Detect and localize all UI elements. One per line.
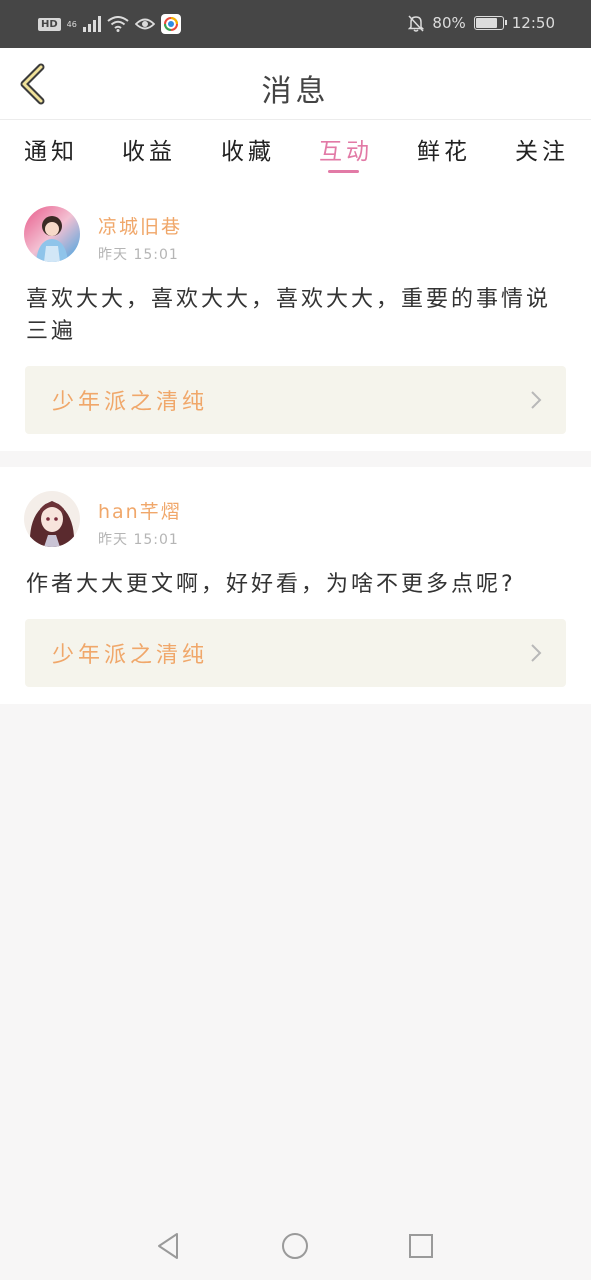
wifi-icon	[107, 16, 129, 32]
timestamp: 昨天 15:01	[98, 247, 179, 263]
chevron-right-icon	[531, 391, 542, 409]
signal-icon	[82, 16, 101, 32]
tab-earnings[interactable]: 收益	[104, 132, 194, 166]
status-right: 80% 12:50	[408, 14, 555, 32]
back-triangle-icon[interactable]	[153, 1230, 185, 1262]
mute-bell-icon	[408, 14, 425, 32]
system-nav-bar	[0, 1212, 591, 1280]
message-card: 凉城旧巷 昨天 15:01 喜欢大大，喜欢大大，喜欢大大，重要的事情说三遍 少年…	[0, 184, 591, 451]
home-circle-icon[interactable]	[279, 1230, 311, 1262]
hd-badge: HD	[38, 17, 61, 31]
avatar[interactable]	[24, 206, 80, 262]
recents-square-icon[interactable]	[405, 1230, 437, 1262]
comment-text: 喜欢大大，喜欢大大，喜欢大大，重要的事情说三遍	[26, 287, 552, 344]
avatar[interactable]	[24, 491, 80, 547]
tab-flowers[interactable]: 鲜花	[399, 132, 489, 166]
app-notification-icon	[160, 14, 181, 34]
chevron-right-icon	[531, 644, 542, 662]
tab-interaction[interactable]: 互动	[301, 132, 391, 166]
page-title: 消息	[261, 74, 330, 109]
tab-bar: 通知 收益 收藏 互动 鲜花 关注	[0, 120, 591, 184]
active-tab-indicator	[328, 170, 359, 173]
header: 消息	[0, 48, 591, 120]
book-title: 少年派之清纯	[52, 390, 209, 415]
username[interactable]: han芊熠	[98, 497, 182, 524]
message-card: han芊熠 昨天 15:01 作者大大更文啊，好好看，为啥不更多点呢? 少年派之…	[0, 467, 591, 704]
timestamp: 昨天 15:01	[98, 532, 179, 548]
status-left: HD 46	[38, 14, 181, 34]
book-link[interactable]: 少年派之清纯	[25, 366, 566, 434]
book-title: 少年派之清纯	[52, 643, 209, 668]
tab-notifications[interactable]: 通知	[6, 132, 96, 166]
tab-favorites[interactable]: 收藏	[203, 132, 293, 166]
battery-percent: 80%	[432, 14, 466, 32]
clock: 12:50	[511, 14, 555, 32]
battery-level	[475, 18, 497, 28]
network-type: 46	[66, 19, 77, 29]
username[interactable]: 凉城旧巷	[98, 212, 182, 239]
comment-text: 作者大大更文啊，好好看，为啥不更多点呢?	[26, 572, 516, 597]
book-link[interactable]: 少年派之清纯	[25, 619, 566, 687]
tab-following[interactable]: 关注	[497, 132, 587, 166]
eye-icon	[134, 18, 155, 30]
battery-icon	[473, 16, 507, 30]
status-bar: HD 46 80% 12:50	[0, 0, 591, 48]
